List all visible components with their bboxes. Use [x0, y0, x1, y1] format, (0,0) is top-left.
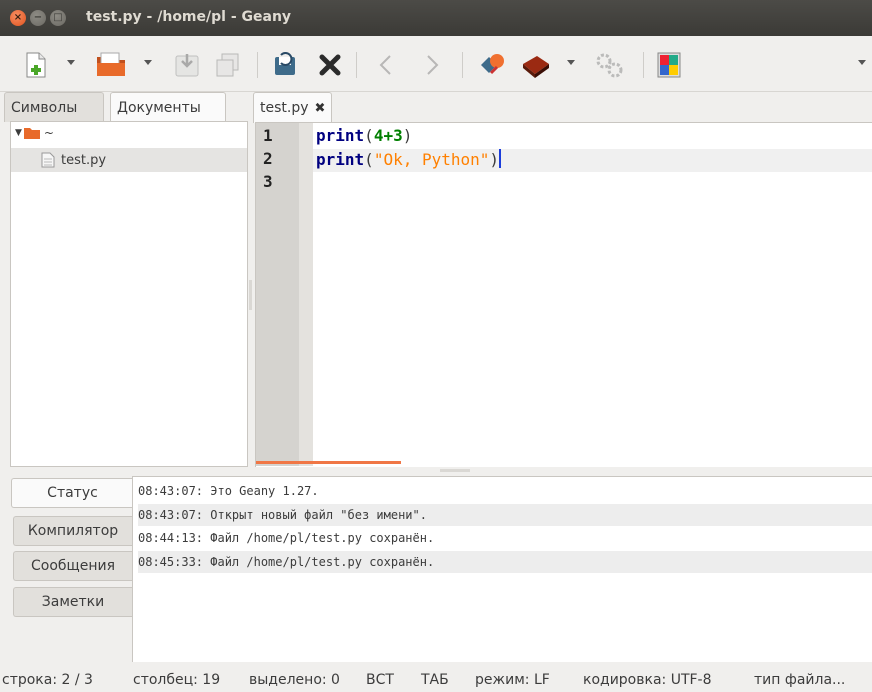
- color-chooser-button[interactable]: [654, 50, 684, 80]
- documents-panel: ▼ ~ test.py: [10, 121, 248, 467]
- status-column: столбец: 19: [133, 672, 221, 688]
- toolbar-separator: [356, 52, 357, 78]
- tree-folder-label: ~: [43, 126, 54, 140]
- file-icon: [41, 152, 55, 168]
- tab-symbols[interactable]: Символы: [4, 92, 104, 122]
- title-bar: × − □ test.py - /home/pl - Geany: [0, 0, 872, 36]
- status-message: 08:44:13: Файл /home/pl/test.py сохранён…: [138, 531, 435, 545]
- bottom-panel-splitter[interactable]: [440, 469, 470, 472]
- toolbar-separator: [257, 52, 258, 78]
- line-number: 1: [263, 126, 273, 145]
- new-file-dropdown-icon[interactable]: [67, 60, 75, 65]
- editor-tab-label: test.py: [260, 100, 309, 116]
- line-number: 3: [263, 172, 273, 191]
- code-paren: ): [489, 150, 500, 169]
- status-eol-mode: режим: LF: [475, 672, 550, 688]
- open-file-button[interactable]: [94, 50, 128, 80]
- horizontal-scrollbar[interactable]: [256, 461, 401, 464]
- folder-icon: [23, 128, 40, 139]
- tab-status[interactable]: Статус: [11, 478, 133, 508]
- window-minimize-button[interactable]: −: [30, 10, 46, 26]
- build-button[interactable]: [518, 50, 552, 80]
- tree-item-test-py[interactable]: test.py: [11, 148, 247, 172]
- status-bar: строка: 2 / 3 столбец: 19 выделено: 0 ВС…: [0, 667, 872, 692]
- window-title: test.py - /home/pl - Geany: [86, 9, 292, 25]
- code-paren: (: [364, 126, 374, 145]
- new-file-button[interactable]: [22, 50, 50, 80]
- code-function: print: [316, 150, 365, 169]
- window-maximize-button[interactable]: □: [50, 10, 66, 26]
- color-chooser-icon: [657, 52, 681, 78]
- forward-icon: [427, 55, 439, 75]
- editor-tab-test-py[interactable]: test.py ✖: [253, 92, 333, 123]
- sidebar-splitter[interactable]: [249, 280, 252, 310]
- save-icon: [175, 54, 199, 77]
- code-editor[interactable]: 1 2 3 print(4+3) print("Ok, Python"): [255, 122, 872, 467]
- compile-button[interactable]: [476, 50, 508, 80]
- status-line: строка: 2 / 3: [2, 672, 93, 688]
- revert-button[interactable]: [270, 50, 300, 80]
- code-function: print: [316, 126, 365, 145]
- tab-messages[interactable]: Сообщения: [13, 551, 132, 581]
- status-selection: выделено: 0: [249, 672, 340, 688]
- toolbar-separator: [462, 52, 463, 78]
- back-icon: [379, 55, 391, 75]
- save-all-button[interactable]: [212, 50, 242, 80]
- code-paren: ): [402, 126, 413, 145]
- back-button[interactable]: [374, 50, 398, 80]
- close-icon: ×: [13, 12, 23, 23]
- status-message: 08:43:07: Открыт новый файл "без имени".: [138, 504, 872, 526]
- build-icon: [523, 56, 549, 78]
- tree-folder-home[interactable]: ▼ ~: [15, 126, 54, 140]
- status-message: 08:45:33: Файл /home/pl/test.py сохранён…: [138, 551, 872, 573]
- gears-icon: [596, 53, 623, 78]
- minimize-icon: −: [33, 12, 43, 23]
- save-all-icon: [216, 53, 239, 77]
- open-file-icon: [97, 52, 125, 76]
- revert-icon: [275, 52, 295, 75]
- status-message: 08:43:07: Это Geany 1.27.: [138, 484, 319, 498]
- close-file-button[interactable]: [315, 50, 345, 80]
- code-line[interactable]: print("Ok, Python"): [316, 149, 502, 169]
- tree-item-label: test.py: [61, 152, 107, 168]
- toolbar-separator: [643, 52, 644, 78]
- expander-icon[interactable]: ▼: [15, 128, 22, 138]
- forward-button[interactable]: [420, 50, 444, 80]
- code-line[interactable]: print(4+3): [316, 126, 412, 145]
- toolbar-overflow-icon[interactable]: [858, 60, 866, 65]
- close-file-icon: [319, 54, 341, 76]
- status-insert-mode: ВСТ: [366, 672, 394, 688]
- status-encoding: кодировка: UTF-8: [583, 672, 712, 688]
- code-paren: (: [364, 150, 374, 169]
- toolbar: [0, 36, 872, 92]
- line-number: 2: [263, 149, 273, 168]
- code-number: 4+3: [373, 126, 403, 145]
- window-close-button[interactable]: ×: [10, 10, 26, 26]
- tab-documents[interactable]: Документы: [110, 92, 226, 123]
- maximize-icon: □: [53, 12, 63, 23]
- text-cursor: [499, 149, 502, 168]
- open-file-dropdown-icon[interactable]: [144, 60, 152, 65]
- status-filetype: тип файла...: [754, 672, 846, 688]
- code-string: "Ok, Python": [373, 150, 490, 169]
- new-file-icon: [26, 52, 46, 78]
- build-dropdown-icon[interactable]: [567, 60, 575, 65]
- tab-compiler[interactable]: Компилятор: [13, 516, 132, 546]
- run-button[interactable]: [592, 50, 626, 80]
- compile-icon: [481, 54, 504, 75]
- close-tab-icon[interactable]: ✖: [315, 101, 326, 116]
- status-indent: ТАБ: [421, 672, 449, 688]
- status-messages-panel[interactable]: 08:43:07: Это Geany 1.27. 08:43:07: Откр…: [132, 476, 872, 662]
- fold-margin: [299, 123, 313, 466]
- tab-notes[interactable]: Заметки: [13, 587, 132, 617]
- save-button[interactable]: [172, 50, 202, 80]
